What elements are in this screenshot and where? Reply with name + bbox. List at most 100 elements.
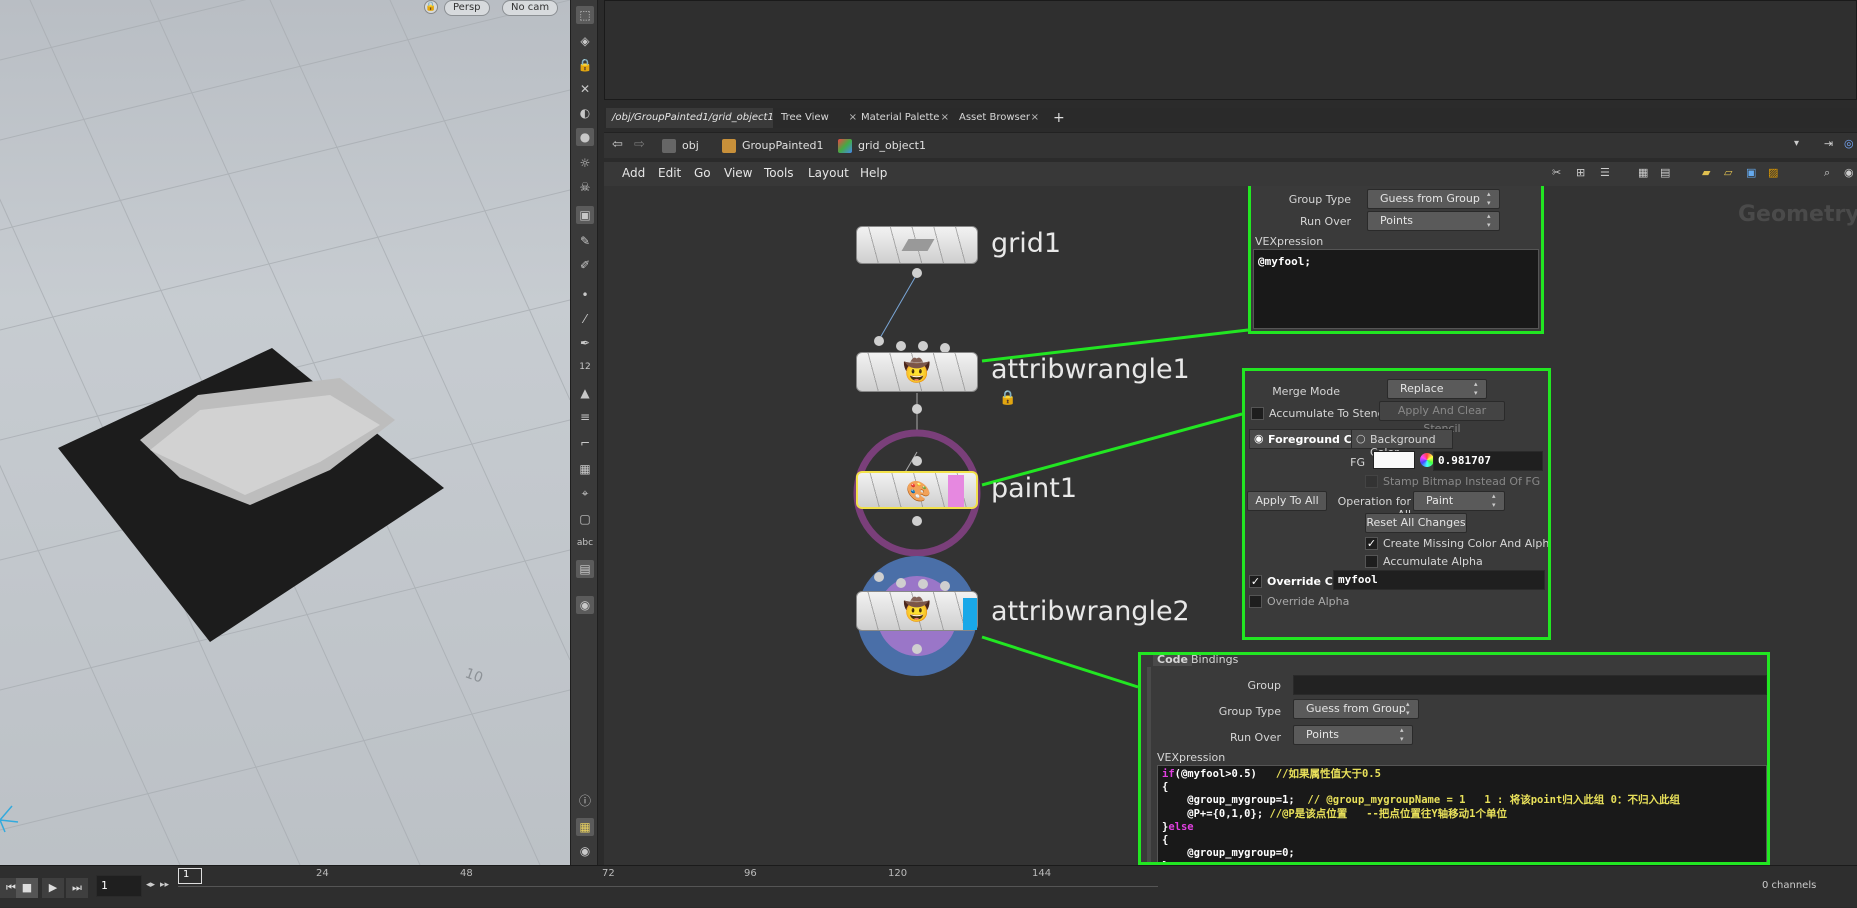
input-port[interactable] bbox=[896, 578, 906, 588]
menu-help[interactable]: Help bbox=[860, 166, 887, 180]
tools-icon[interactable]: ✂ bbox=[1552, 166, 1561, 179]
fg-color-swatch[interactable] bbox=[1373, 451, 1415, 469]
background-color-radio[interactable]: ○Background Color bbox=[1351, 429, 1453, 459]
add-tab-icon[interactable]: + bbox=[1053, 110, 1065, 126]
group-field[interactable] bbox=[1293, 675, 1767, 695]
dot-icon[interactable]: • bbox=[576, 286, 594, 304]
note-icon[interactable]: ▰ bbox=[1702, 166, 1710, 179]
back-icon[interactable]: ⇦ bbox=[612, 137, 623, 152]
run-over-dropdown[interactable]: Points bbox=[1367, 211, 1500, 231]
node-paint1[interactable]: 🎨 bbox=[856, 471, 978, 509]
output-port[interactable] bbox=[912, 644, 922, 654]
camera-menu[interactable]: No cam bbox=[502, 0, 559, 16]
menu-view[interactable]: View bbox=[724, 166, 752, 180]
eye-icon[interactable]: ◉ bbox=[576, 842, 594, 860]
render-flag[interactable] bbox=[963, 598, 977, 630]
override-color-field[interactable]: myfool bbox=[1333, 570, 1545, 590]
grid-tool-icon[interactable]: ▦ bbox=[576, 460, 594, 478]
image-add-icon[interactable]: ▣ bbox=[1746, 166, 1756, 179]
pen-icon[interactable]: ✒ bbox=[576, 334, 594, 352]
network-editor[interactable]: Geometry grid1 🤠 attribwrangle1 🔒 🎨 pain… bbox=[604, 186, 1857, 865]
crumb-group[interactable]: GroupPainted1 bbox=[718, 136, 828, 156]
run-over-dropdown[interactable]: Points bbox=[1293, 725, 1413, 745]
image-icon[interactable]: ▤ bbox=[576, 560, 594, 578]
camera-tool-icon[interactable]: ▣ bbox=[576, 206, 594, 224]
line-icon[interactable]: ⁄ bbox=[576, 310, 594, 328]
input-port[interactable] bbox=[918, 579, 928, 589]
play-icon[interactable]: ▶ bbox=[42, 878, 64, 898]
node-attribwrangle1[interactable]: 🤠 bbox=[856, 352, 978, 392]
override-alpha-checkbox[interactable] bbox=[1249, 595, 1262, 608]
reset-all-changes-button[interactable]: Reset All Changes bbox=[1365, 513, 1467, 533]
angle-icon[interactable]: ⌐ bbox=[576, 434, 594, 452]
magnify-icon[interactable]: ⌕ bbox=[1824, 166, 1830, 180]
frame-marker[interactable]: 1 bbox=[178, 868, 202, 884]
input-port[interactable] bbox=[896, 341, 906, 351]
vexpression-editor[interactable]: @myfool; bbox=[1253, 249, 1539, 329]
merge-mode-dropdown[interactable]: Replace bbox=[1387, 379, 1487, 399]
timeline-ruler[interactable]: 1 24 48 72 96 120 144 bbox=[178, 866, 1158, 908]
select-tool-icon[interactable]: ⬚ bbox=[576, 6, 594, 24]
input-port[interactable] bbox=[912, 456, 922, 466]
apply-to-all-button[interactable]: Apply To All bbox=[1247, 491, 1327, 511]
step-back-icon[interactable]: ◂▸ bbox=[146, 880, 155, 890]
frame-field[interactable]: 1 bbox=[96, 875, 142, 897]
tab-asset-browser[interactable]: Asset Browser × bbox=[953, 108, 1045, 128]
link-icon[interactable]: ◎ bbox=[1844, 137, 1854, 150]
input-port[interactable] bbox=[874, 336, 884, 346]
brush-icon[interactable]: ✎ bbox=[576, 232, 594, 250]
box-icon[interactable]: ▨ bbox=[1768, 166, 1778, 179]
select-object-icon[interactable]: ◈ bbox=[576, 32, 594, 50]
layout-icon[interactable]: ▦ bbox=[576, 818, 594, 836]
crumb-grid[interactable]: grid_object1 bbox=[834, 136, 954, 156]
menu-layout[interactable]: Layout bbox=[808, 166, 849, 180]
node-lock-icon[interactable]: 🔒 bbox=[999, 390, 1016, 406]
tab-bindings[interactable]: Bindings bbox=[1187, 655, 1242, 666]
close-icon[interactable]: × bbox=[1031, 108, 1039, 128]
tree-icon[interactable]: ⊞ bbox=[1576, 166, 1585, 179]
pin-icon[interactable]: ◉ bbox=[576, 596, 594, 614]
lock-icon[interactable]: 🔒 bbox=[424, 0, 438, 14]
group-type-dropdown[interactable]: Guess from Group bbox=[1293, 699, 1419, 719]
operation-dropdown[interactable]: Paint bbox=[1413, 491, 1505, 511]
step-forward-icon[interactable]: ▸▸ bbox=[160, 880, 169, 890]
fg-value-field[interactable]: 0.981707 bbox=[1433, 451, 1543, 471]
node-tool-icon[interactable]: ⌖ bbox=[576, 484, 594, 502]
stamp-bitmap-checkbox[interactable] bbox=[1365, 475, 1378, 488]
bulb-icon[interactable]: ☼ bbox=[576, 154, 594, 172]
output-port[interactable] bbox=[912, 404, 922, 414]
input-port[interactable] bbox=[874, 572, 884, 582]
jump-end-icon[interactable]: ⏭ bbox=[66, 878, 88, 898]
paint-icon[interactable]: ✐ bbox=[576, 256, 594, 274]
skull-icon[interactable]: ☠ bbox=[576, 178, 594, 196]
override-color-checkbox[interactable]: ✓ bbox=[1249, 575, 1262, 588]
menu-tools[interactable]: Tools bbox=[764, 166, 794, 180]
square-icon[interactable]: ▢ bbox=[576, 510, 594, 528]
scene-viewport[interactable]: 🔒 Persp No cam 10 bbox=[0, 0, 570, 865]
output-port[interactable] bbox=[912, 268, 922, 278]
forward-icon[interactable]: ⇨ bbox=[634, 137, 645, 152]
eye-view-icon[interactable]: ◉ bbox=[1844, 166, 1854, 179]
accumulate-stencil-checkbox[interactable] bbox=[1251, 407, 1264, 420]
group-type-dropdown[interactable]: Guess from Group bbox=[1367, 189, 1500, 209]
tab-tree-view[interactable]: Tree View × bbox=[775, 108, 863, 128]
list-icon[interactable]: ☰ bbox=[1600, 166, 1610, 179]
create-missing-checkbox[interactable]: ✓ bbox=[1365, 537, 1378, 550]
input-port[interactable] bbox=[918, 341, 928, 351]
sticky-icon[interactable]: ▱ bbox=[1724, 166, 1732, 179]
info-icon[interactable]: ⓘ bbox=[576, 792, 594, 810]
crumb-obj[interactable]: obj bbox=[658, 136, 708, 156]
tile-icon[interactable]: ▤ bbox=[1660, 166, 1670, 179]
output-port[interactable] bbox=[912, 516, 922, 526]
display-flag[interactable] bbox=[948, 475, 964, 507]
node-grid1[interactable] bbox=[856, 226, 978, 264]
menu-edit[interactable]: Edit bbox=[658, 166, 681, 180]
persp-menu[interactable]: Persp bbox=[444, 0, 490, 16]
number-icon[interactable]: 12 bbox=[576, 358, 594, 376]
snap-icon[interactable]: ✕ bbox=[576, 80, 594, 98]
light-icon[interactable]: ● bbox=[576, 128, 594, 146]
color-wheel-icon[interactable] bbox=[1420, 453, 1434, 467]
menu-go[interactable]: Go bbox=[694, 166, 711, 180]
path-dropdown-icon[interactable]: ▾ bbox=[1794, 138, 1799, 149]
accumulate-alpha-checkbox[interactable] bbox=[1365, 555, 1378, 568]
